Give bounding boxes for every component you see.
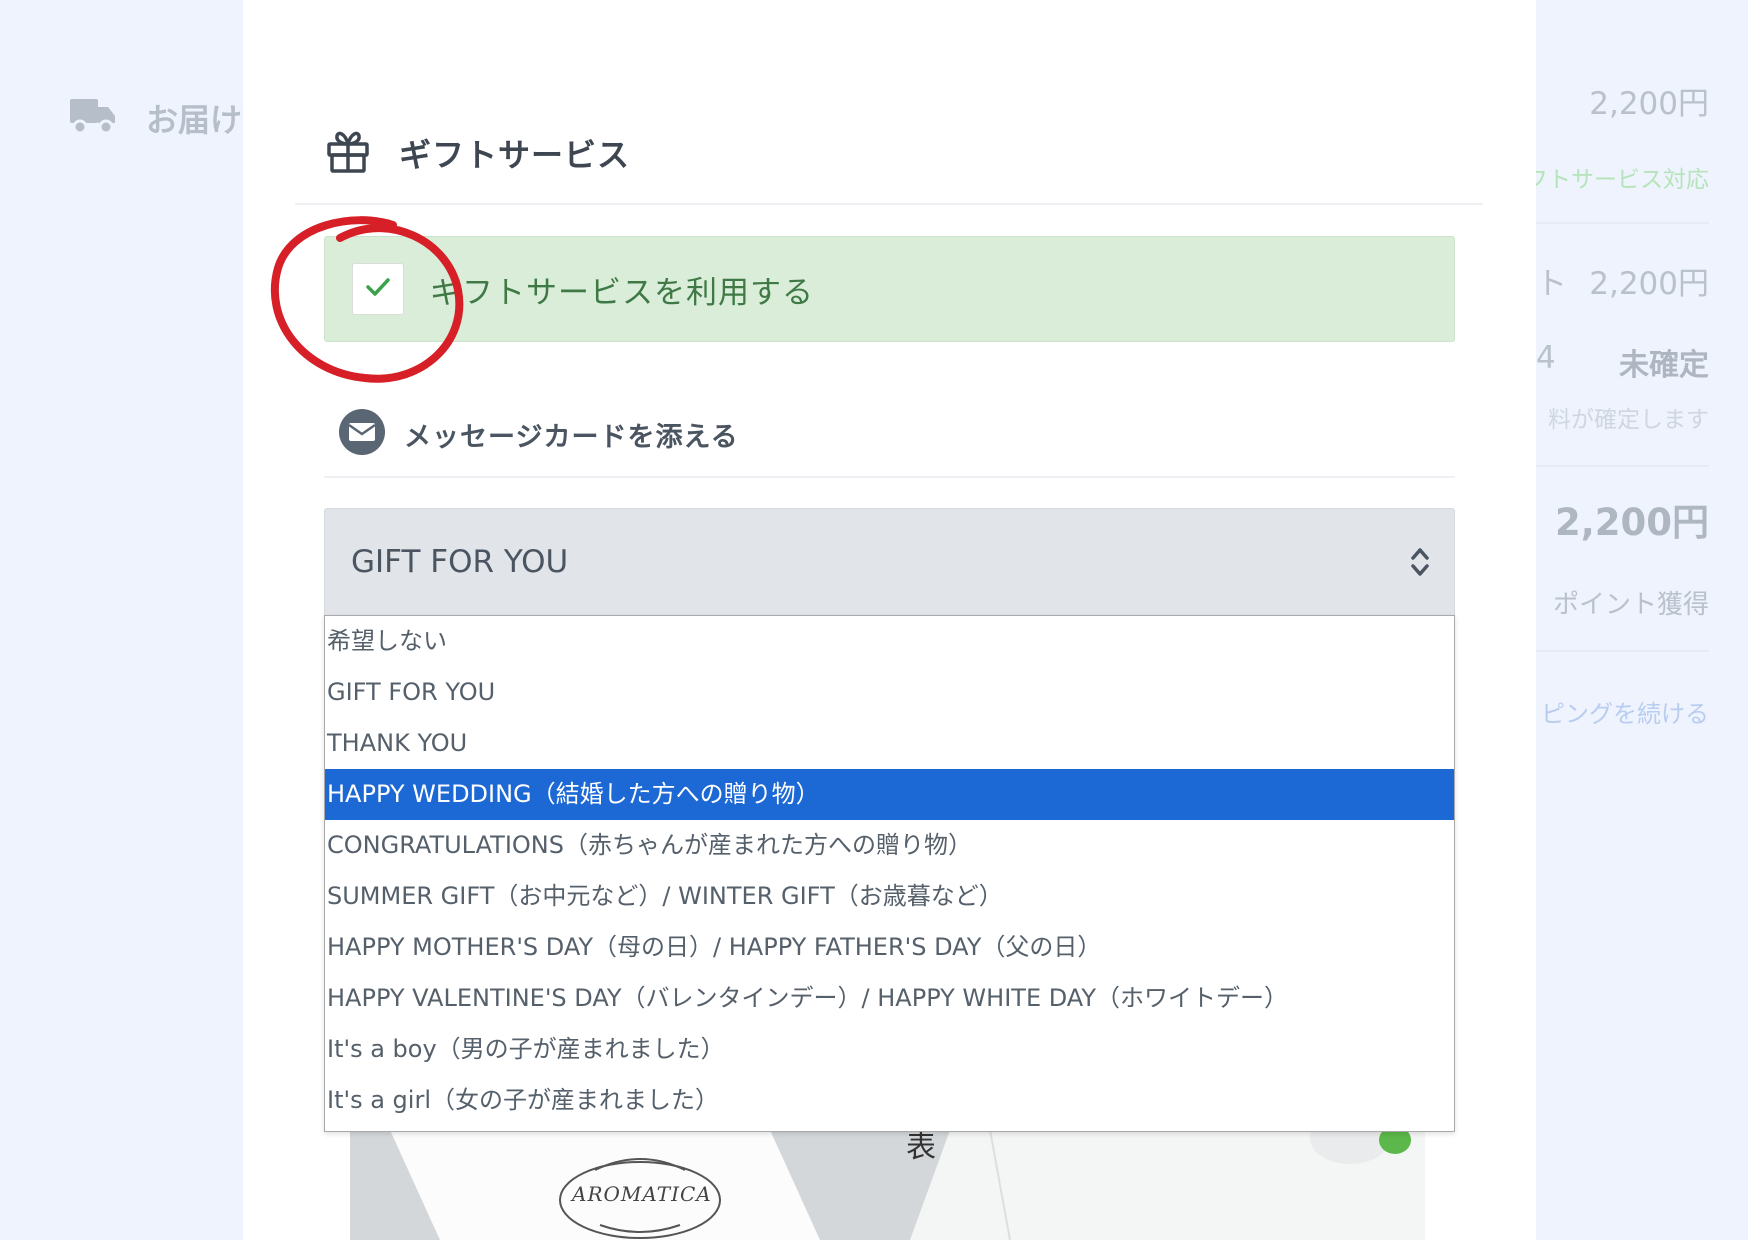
summary-gift-note: フトサービス対応 [1536, 167, 1709, 193]
summary-price: 2,200円 [1589, 86, 1709, 122]
select-option[interactable]: THANK YOU [325, 718, 1454, 769]
select-option[interactable]: HAPPY VALENTINE'S DAY（バレンタインデー）/ HAPPY W… [325, 973, 1454, 1024]
message-card-preview: 表 AROMATICA [350, 1130, 1425, 1240]
delivery-label: お届け [146, 101, 243, 139]
header-divider [295, 203, 1483, 205]
truck-icon [68, 95, 118, 141]
summary-subtotal-fragment: ト [1536, 266, 1567, 302]
gift-service-modal: ギフトサービス ギフトサービスを利用する メッセージカードを添える GIFT F… [243, 0, 1536, 1240]
summary-divider [1536, 222, 1709, 224]
gift-service-toggle[interactable]: ギフトサービスを利用する [324, 236, 1455, 342]
background-order-summary: 2,200円 フトサービス対応 ト 2,200円 4 未確定 料が確定します 2… [1536, 0, 1748, 1240]
summary-shipping-note: 料が確定します [1548, 407, 1709, 433]
summary-divider [1536, 465, 1709, 467]
message-card-label[interactable]: メッセージカードを添える [404, 415, 739, 454]
select-current-value: GIFT FOR YOU [351, 544, 569, 580]
select-option[interactable]: 希望しない [325, 616, 1454, 667]
modal-title: ギフトサービス [399, 136, 631, 174]
select-option[interactable]: HAPPY WEDDING（結婚した方への贈り物） [325, 769, 1454, 820]
message-divider [324, 476, 1455, 478]
select-option[interactable]: GIFT FOR YOU [325, 667, 1454, 718]
continue-shopping-link[interactable]: ピングを続ける [1541, 694, 1709, 729]
gift-service-checkbox[interactable] [352, 263, 404, 315]
checkmark-icon [364, 275, 392, 303]
select-dropdown-list: 希望しない GIFT FOR YOU THANK YOU HAPPY WEDDING（… [324, 615, 1455, 1132]
select-option[interactable]: SUMMER GIFT（お中元など）/ WINTER GIFT（お歳暮など） [325, 871, 1454, 922]
summary-total: 2,200円 [1554, 501, 1709, 544]
delivery-heading: お届け [68, 95, 242, 141]
preview-stamp-text: AROMATICA [572, 1182, 712, 1206]
select-option[interactable]: It's a boy（男の子が産まれました） [325, 1024, 1454, 1075]
envelope-icon [338, 408, 386, 460]
select-arrows-icon [1410, 545, 1430, 579]
background-left-panel: お届け [0, 0, 243, 1240]
summary-shipping-fragment: 4 [1536, 340, 1556, 376]
preview-side-label: 表 [906, 1130, 936, 1165]
summary-points: ポイント獲得 [1552, 590, 1709, 620]
message-card-option[interactable]: メッセージカードを添える [338, 408, 739, 460]
modal-header: ギフトサービス [325, 128, 630, 178]
gift-icon [325, 128, 371, 178]
select-option[interactable]: HAPPY MOTHER'S DAY（母の日）/ HAPPY FATHER'S … [325, 922, 1454, 973]
select-option[interactable]: CONGRATULATIONS（赤ちゃんが産まれた方への贈り物） [325, 820, 1454, 871]
summary-shipping-value: 未確定 [1619, 348, 1709, 383]
summary-subtotal-price: 2,200円 [1589, 266, 1709, 302]
select-option[interactable]: It's a girl（女の子が産まれました） [325, 1075, 1454, 1126]
summary-divider [1536, 650, 1709, 652]
message-card-select[interactable]: GIFT FOR YOU [324, 508, 1455, 616]
gift-service-checkbox-label[interactable]: ギフトサービスを利用する [430, 267, 814, 312]
annotation-circle [270, 216, 464, 383]
